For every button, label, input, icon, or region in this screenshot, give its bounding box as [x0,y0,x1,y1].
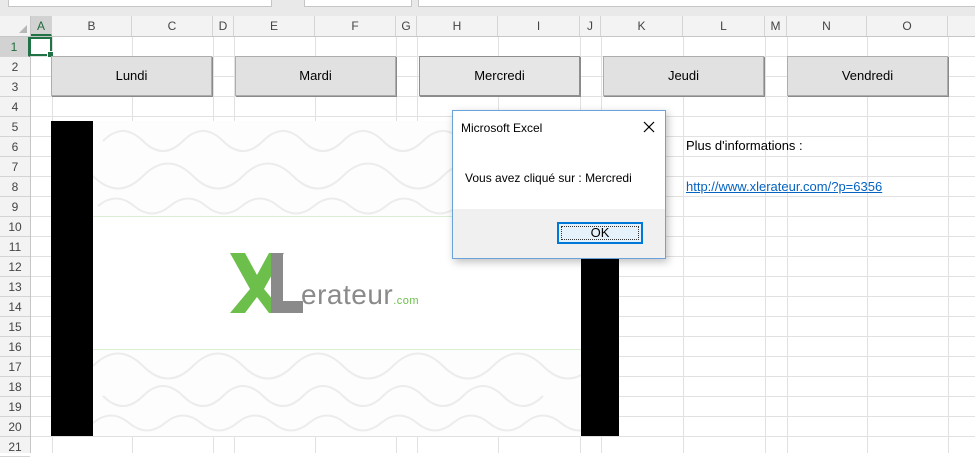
info-link[interactable]: http://www.xlerateur.com/?p=6356 [686,179,882,194]
close-icon-glyph [643,121,655,133]
column-header-k[interactable]: K [601,16,683,36]
row-header-9[interactable]: 9 [0,197,30,217]
row-header-2[interactable]: 2 [0,57,30,77]
jeudi-button[interactable]: Jeudi [603,56,764,96]
logo-wordmark: erateur.com [301,279,420,310]
column-header-o[interactable]: O [867,16,948,36]
row-header-10[interactable]: 10 [0,217,30,237]
row-header: 1 2 3 4 5 6 7 8 9 10 11 12 13 14 15 16 1… [0,37,31,457]
dialog-message: Vous avez cliqué sur : Mercredi [465,171,632,185]
message-box-dialog: Microsoft Excel Vous avez cliqué sur : M… [452,110,666,259]
close-icon[interactable] [641,119,657,135]
row-header-6[interactable]: 6 [0,137,30,157]
row-header-14[interactable]: 14 [0,297,30,317]
formula-input[interactable] [418,0,975,7]
row-header-8[interactable]: 8 [0,177,30,197]
row-header-18[interactable]: 18 [0,377,30,397]
ok-focus-ring [561,226,639,240]
mercredi-button[interactable]: Mercredi [419,56,580,96]
row-header-16[interactable]: 16 [0,337,30,357]
row-header-17[interactable]: 17 [0,357,30,377]
row-header-15[interactable]: 15 [0,317,30,337]
row-header-7[interactable]: 7 [0,157,30,177]
column-header-i[interactable]: I [498,16,580,36]
info-label: Plus d'informations : [686,138,803,153]
row-header-5[interactable]: 5 [0,117,30,137]
active-cell-a1[interactable] [29,37,54,58]
row-header-21[interactable]: 21 [0,437,30,457]
formula-controls [304,0,412,7]
select-all-corner[interactable] [0,16,31,36]
mardi-button[interactable]: Mardi [235,56,396,96]
column-header-d[interactable]: D [213,16,234,36]
formula-bar-strip [0,0,975,16]
dialog-title: Microsoft Excel [461,121,543,135]
column-header: A B C D E F G H I J K L M N O [0,16,975,37]
vendredi-button[interactable]: Vendredi [787,56,948,96]
column-header-b[interactable]: B [52,16,132,36]
row-header-4[interactable]: 4 [0,97,30,117]
column-header-g[interactable]: G [396,16,417,36]
row-header-12[interactable]: 12 [0,257,30,277]
row-header-20[interactable]: 20 [0,417,30,437]
column-header-h[interactable]: H [417,16,498,36]
row-header-19[interactable]: 19 [0,397,30,417]
column-header-e[interactable]: E [234,16,315,36]
dialog-titlebar[interactable]: Microsoft Excel [453,111,665,143]
column-header-n[interactable]: N [787,16,867,36]
lundi-button[interactable]: Lundi [51,56,212,96]
row-header-13[interactable]: 13 [0,277,30,297]
column-header-f[interactable]: F [315,16,396,36]
column-header-j[interactable]: J [580,16,601,36]
row-header-1[interactable]: 1 [0,37,30,57]
ok-button[interactable]: OK [557,222,643,244]
select-all-icon [19,25,27,33]
column-header-l[interactable]: L [683,16,765,36]
dialog-footer: OK [453,209,665,258]
column-header-a[interactable]: A [31,16,52,36]
row-header-3[interactable]: 3 [0,77,30,97]
column-header-m[interactable]: M [765,16,787,36]
name-box[interactable] [8,0,272,7]
column-header-c[interactable]: C [132,16,213,36]
row-header-11[interactable]: 11 [0,237,30,257]
